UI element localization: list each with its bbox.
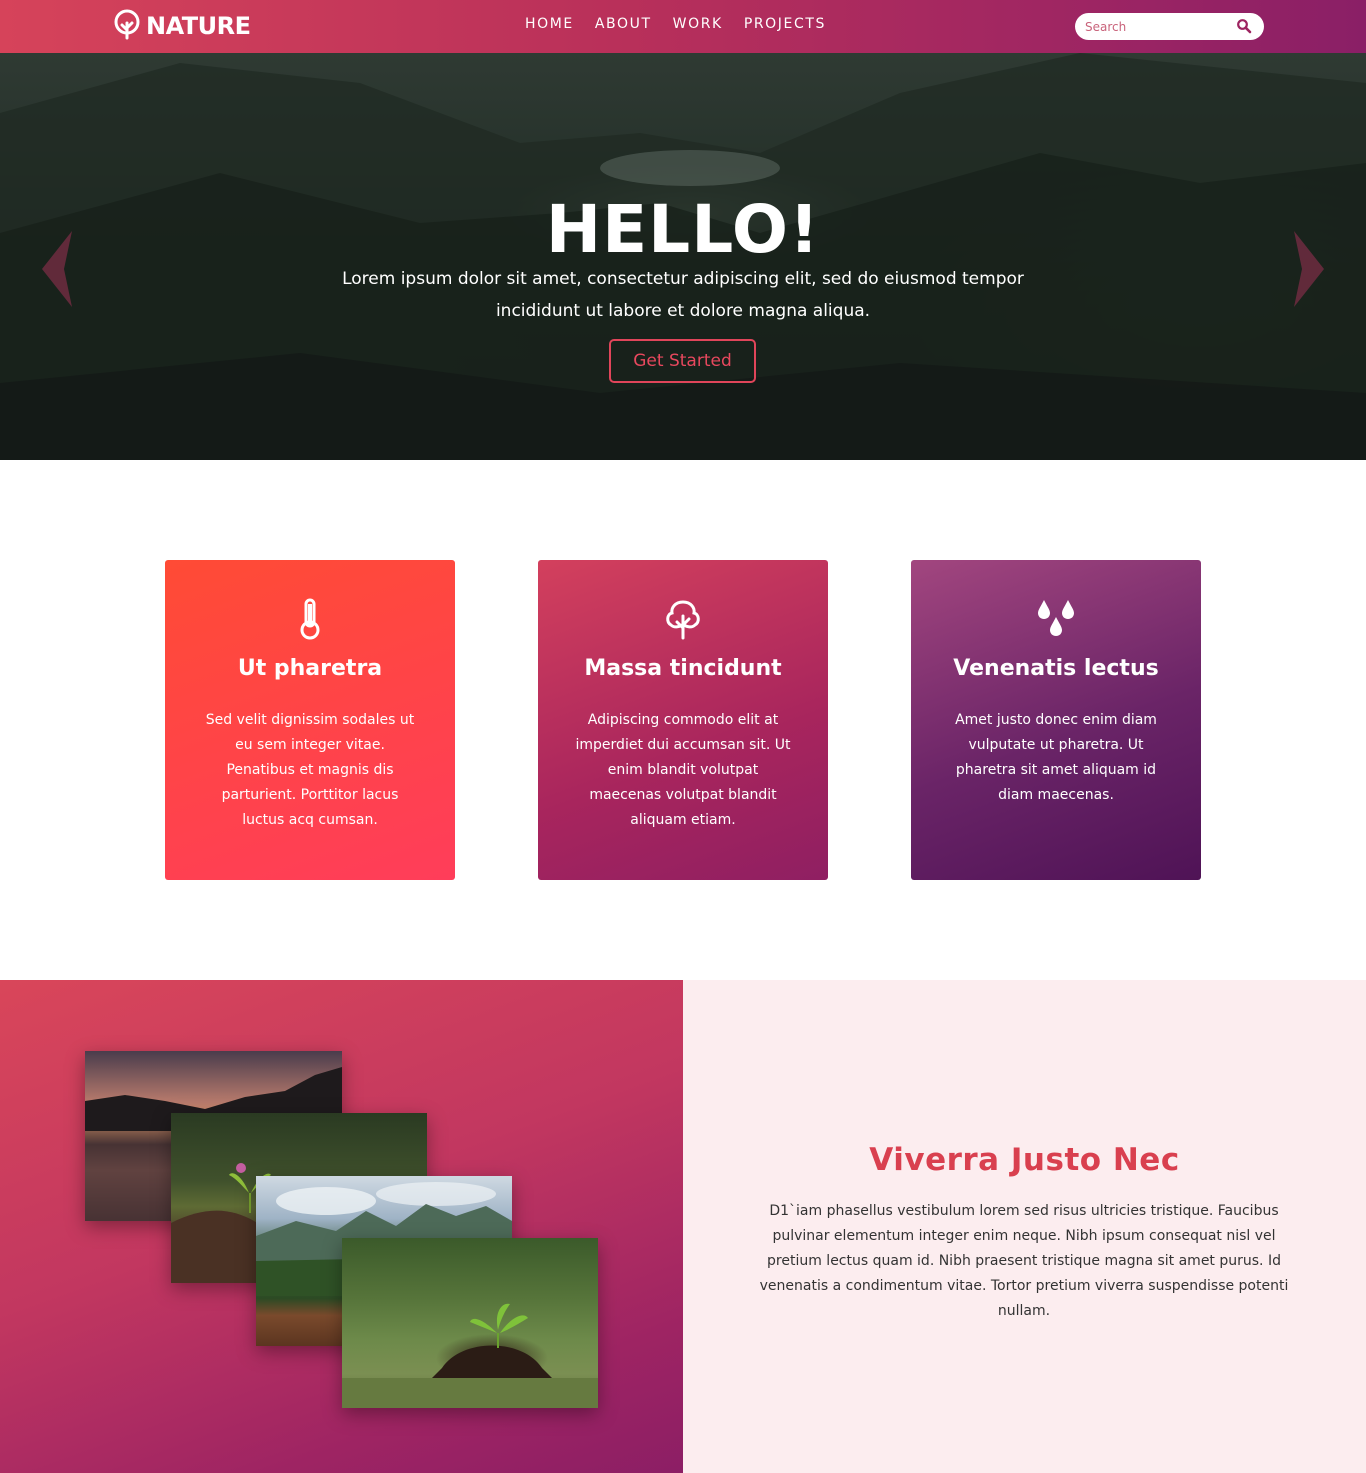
hero-banner: HELLO! Lorem ipsum dolor sit amet, conse… xyxy=(0,53,1366,460)
logo[interactable]: NATURE xyxy=(111,8,251,44)
get-started-button[interactable]: Get Started xyxy=(609,339,756,383)
nav-projects[interactable]: PROJECTS xyxy=(744,16,826,32)
photo-collage-section xyxy=(0,980,683,1473)
about-text: D1`iam phasellus vestibulum lorem sed ri… xyxy=(759,1203,1289,1319)
nav-home[interactable]: HOME xyxy=(525,16,574,32)
feature-text: Amet justo donec enim diam vulputate ut … xyxy=(955,712,1157,803)
nav-about[interactable]: ABOUT xyxy=(595,16,652,32)
thermometer-icon xyxy=(165,598,455,640)
search-input[interactable] xyxy=(1085,18,1235,35)
feature-title: Massa tincidunt xyxy=(584,656,782,681)
logo-text: NATURE xyxy=(146,12,251,40)
feature-card: Ut pharetra Sed velit dignissim sodales … xyxy=(165,560,455,880)
feature-title: Ut pharetra xyxy=(237,656,383,681)
search-icon[interactable] xyxy=(1236,18,1252,38)
nav-work[interactable]: WORK xyxy=(673,16,723,32)
search-box xyxy=(1075,13,1264,40)
navbar: NATURE HOME ABOUT WORK PROJECTS xyxy=(0,0,1366,53)
tree-logo-icon xyxy=(111,8,143,44)
feature-title: Venenatis lectus xyxy=(953,656,1159,681)
tree-icon xyxy=(538,598,828,640)
seedling-photo xyxy=(342,1238,598,1408)
feature-card: Massa tincidunt Adipiscing commodo elit … xyxy=(538,560,828,880)
feature-text: Sed velit dignissim sodales ut eu sem in… xyxy=(205,712,415,828)
feature-text: Adipiscing commodo elit at imperdiet dui… xyxy=(575,712,791,828)
feature-card: Venenatis lectus Amet justo donec enim d… xyxy=(911,560,1201,880)
hero-subtitle: Lorem ipsum dolor sit amet, consectetur … xyxy=(342,269,1024,321)
about-title: Viverra Justo Nec xyxy=(869,1142,1180,1178)
water-drops-icon xyxy=(911,598,1201,640)
main-nav: HOME ABOUT WORK PROJECTS xyxy=(525,16,826,32)
hero-title: HELLO! xyxy=(545,191,821,268)
